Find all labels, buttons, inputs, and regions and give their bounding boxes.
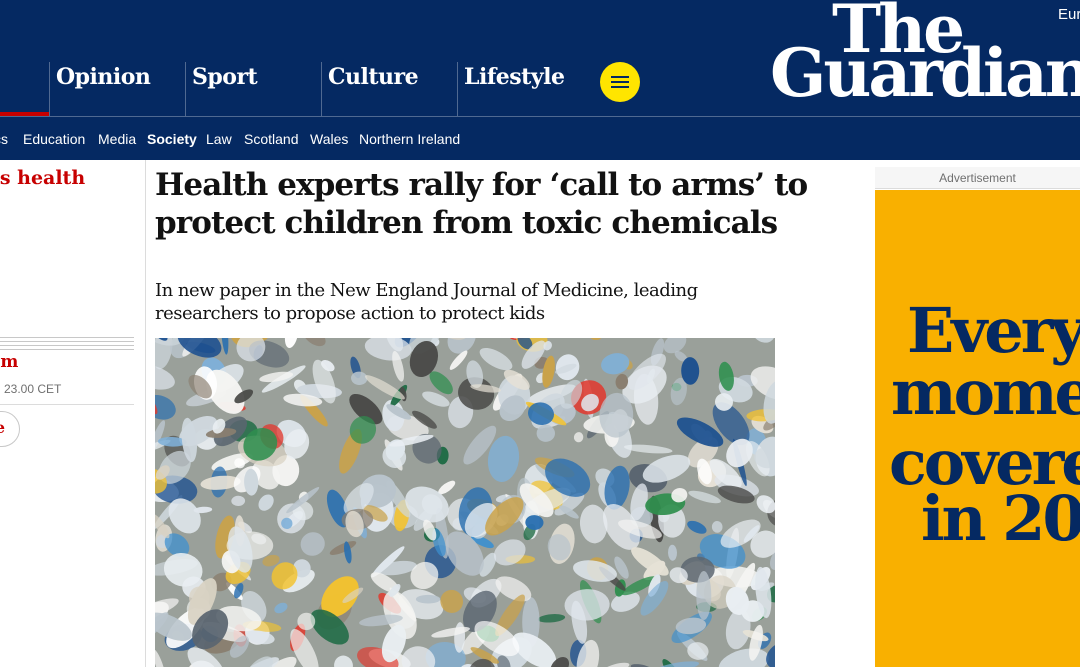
series-divider-lines: [0, 337, 134, 350]
subnav-item-law[interactable]: Law: [206, 127, 232, 151]
edition-switcher[interactable]: Eur: [1058, 6, 1080, 23]
subnav-item-media[interactable]: Media: [98, 127, 136, 151]
advert-line: mome: [891, 356, 1080, 429]
article-standfirst: In new paper in the New England Journal …: [155, 280, 698, 324]
hero-image-plastic-waste: [155, 338, 775, 667]
plastic-waste-photo: [155, 338, 775, 667]
advert-label: Advertisement: [939, 171, 1016, 185]
timestamp: 23.00 CET: [4, 382, 62, 396]
pillar-lifestyle[interactable]: Lifestyle: [457, 62, 593, 116]
article-headline: Health experts rally for ‘call to arms’ …: [155, 167, 808, 241]
advert-line: in 20: [921, 482, 1080, 555]
subnav-item-wales[interactable]: Wales: [310, 127, 348, 151]
left-pill-button-label: e: [0, 418, 5, 437]
logo-line-guardian: Guardian: [770, 34, 1080, 112]
menu-button[interactable]: [600, 62, 640, 102]
advert-label-bar: Advertisement: [875, 167, 1080, 189]
pillar-opinion[interactable]: Opinion: [49, 62, 185, 116]
pillar-sport[interactable]: Sport: [185, 62, 321, 116]
series-title[interactable]: 's health: [0, 167, 85, 189]
left-pill-button[interactable]: e: [0, 411, 20, 447]
series-subheading[interactable]: um: [0, 352, 18, 372]
hamburger-icon-bar: [611, 76, 629, 78]
subnav-item-scotland[interactable]: Scotland: [244, 127, 298, 151]
pillar-culture[interactable]: Culture: [321, 62, 457, 116]
left-divider: [0, 404, 134, 405]
subnav-item-northern-ireland[interactable]: Northern Ireland: [359, 127, 460, 151]
subnav-item-education[interactable]: Education: [23, 127, 85, 151]
masthead: Eur The Guardian Opinion Sport Culture L…: [0, 0, 1080, 160]
hamburger-icon-bar: [611, 81, 629, 83]
advert-banner[interactable]: Every mome covere in 20: [875, 190, 1080, 667]
advert-line: Every: [907, 294, 1080, 367]
subnav-divider: [0, 116, 1080, 117]
hamburger-icon-bar: [611, 86, 629, 88]
column-divider: [145, 160, 146, 667]
subnav-item-politics[interactable]: cs: [0, 127, 8, 151]
subnav-item-society[interactable]: Society: [147, 127, 197, 151]
